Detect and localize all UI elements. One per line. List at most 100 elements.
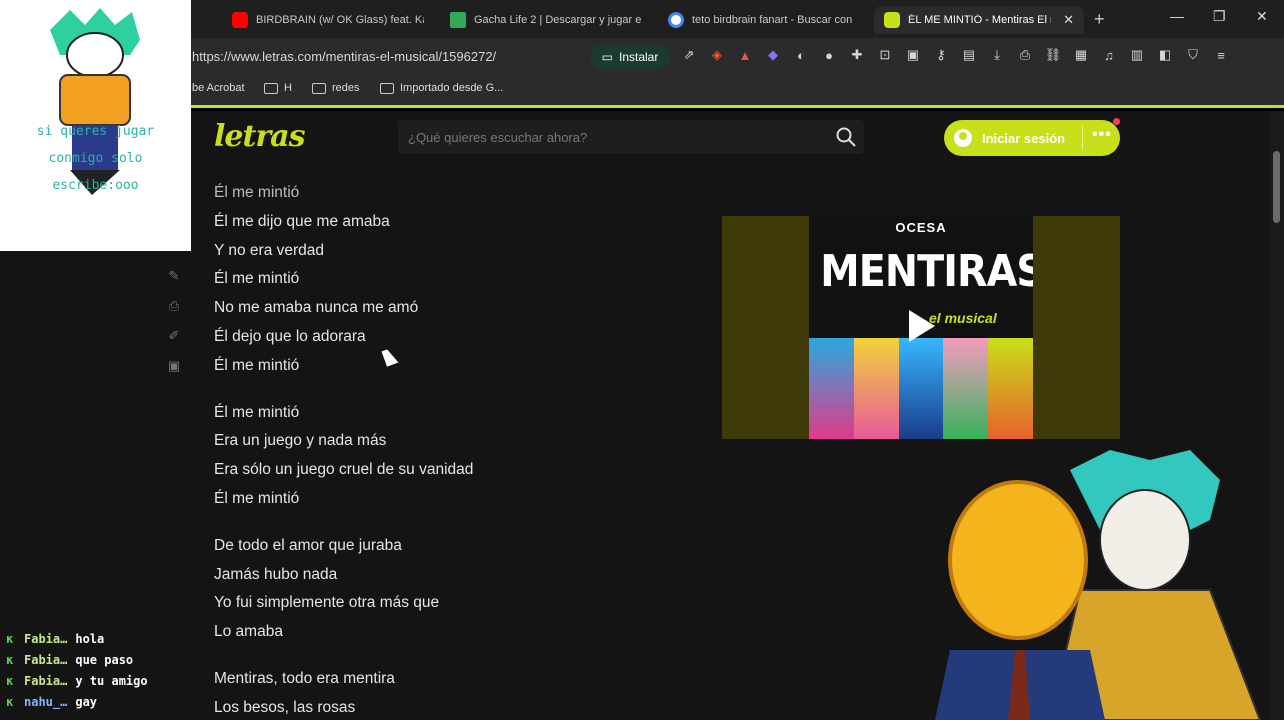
lyric-line: Y no era verdad (214, 241, 325, 259)
menu-icon[interactable]: ≡ (1212, 46, 1230, 64)
overlay-line: conmigo solo (48, 151, 143, 166)
divider (1082, 126, 1083, 150)
lyric-line: Él me dijo que me amaba (214, 212, 390, 230)
wallet-icon[interactable]: ▦ (1072, 46, 1090, 64)
lyric-line: Él dejo que lo adorara (214, 327, 366, 345)
poster-title: MENTIRAS (820, 246, 1033, 297)
lyric-line: Era sólo un juego cruel de su vanidad (214, 461, 474, 479)
edit-icon[interactable]: ✐ (166, 328, 182, 344)
brave-shield-icon[interactable]: ◈ (708, 46, 726, 64)
video-player[interactable]: OCESA MENTIRAS el musical (722, 216, 1120, 439)
chat-text: y tu amigo (75, 673, 148, 688)
video-thumbnail: OCESA MENTIRAS el musical (809, 216, 1033, 439)
bookmark-folder-redes[interactable]: redes (312, 82, 360, 94)
chat-text: que paso (75, 652, 134, 667)
bookmark-folder-h[interactable]: H (264, 82, 292, 94)
lyric-line: De todo el amor que juraba (214, 536, 402, 554)
scrollbar-thumb[interactable] (1273, 151, 1280, 223)
lyrics: Él me mintió Él me dijo que me amaba Y n… (214, 179, 694, 720)
chat-username: Fabia… (24, 652, 68, 667)
lyrics-tools: ♪ ✎ ⎙ ✐ ▣ (166, 238, 182, 374)
bookmark-label: redes (332, 82, 360, 94)
letras-icon (884, 12, 900, 28)
chat-badge-icon: ĸ (6, 673, 14, 688)
google-icon (668, 12, 684, 28)
restore-button[interactable]: ❐ (1213, 8, 1226, 25)
tab-title: teto birdbrain fanart - Buscar con (692, 14, 853, 26)
key-icon[interactable]: ⚷ (932, 46, 950, 64)
save-icon[interactable]: ▤ (960, 46, 978, 64)
play-icon[interactable] (909, 310, 935, 342)
save-lyrics-icon[interactable]: ▣ (166, 358, 182, 374)
notification-dot (1113, 118, 1120, 125)
lyrics-stanza: Él me mintió Era un juego y nada más Era… (214, 399, 694, 514)
more-options-icon[interactable]: ••• (1092, 126, 1112, 144)
url-field[interactable]: https://www.letras.com/mentiras-el-music… (192, 49, 496, 64)
site-header: letras Iniciar sesión ••• (0, 111, 1284, 163)
letras-logo[interactable]: letras (214, 119, 305, 154)
vpn-icon[interactable]: ⛉ (1184, 46, 1202, 64)
link-icon[interactable]: ⛓ (1044, 46, 1062, 64)
brave-rewards-icon[interactable]: ▲ (736, 46, 754, 64)
sidebar-icon[interactable]: ▥ (1128, 46, 1146, 64)
folder-icon (380, 82, 394, 94)
chat-username: Fabia… (24, 673, 68, 688)
guitar-chords-icon[interactable]: ✎ (166, 268, 182, 284)
extension-cookie-icon[interactable]: ● (820, 46, 838, 64)
minimize-button[interactable]: — (1170, 8, 1184, 24)
tab-gacha-life[interactable]: Gacha Life 2 | Descargar y jugar en (440, 6, 652, 34)
chat-message: ĸ Fabia… que paso (6, 649, 148, 670)
lyric-line: Él me mintió (214, 184, 300, 201)
extension-fox-icon[interactable]: ◐ (792, 46, 810, 64)
play-store-icon (450, 12, 466, 28)
chat-message: ĸ Fabia… y tu amigo (6, 670, 148, 691)
chat-badge-icon: ĸ (6, 652, 14, 667)
page-scrollbar[interactable] (1270, 111, 1284, 720)
login-button[interactable]: Iniciar sesión ••• (944, 120, 1120, 156)
lyric-line: Los besos, las rosas (214, 698, 356, 716)
overlay-line: escribe:ooo (52, 178, 139, 193)
tab-birdbrain[interactable]: BIRDBRAIN (w/ OK Glass) feat. Kas (222, 6, 434, 34)
print-icon[interactable]: ⎙ (1016, 46, 1034, 64)
chat-message: ĸ Fabia… hola (6, 628, 148, 649)
lyrics-stanza: Él me mintió Él me dijo que me amaba Y n… (214, 179, 694, 381)
extension-color-icon[interactable]: ◆ (764, 46, 782, 64)
tab-title: BIRDBRAIN (w/ OK Glass) feat. Kas (256, 14, 424, 26)
lyric-line: Yo fui simplemente otra más que (214, 594, 440, 612)
chat-text: hola (75, 631, 105, 646)
music-icon[interactable]: ♫ (1100, 46, 1118, 64)
bookmarks-bar: be Acrobat H redes Importado desde G... (0, 76, 1284, 108)
lyrics-stanza: Mentiras, todo era mentira Los besos, la… (214, 665, 694, 720)
search-input[interactable] (408, 127, 808, 147)
close-window-button[interactable]: ✕ (1256, 8, 1268, 25)
browser-tabstrip: BIRDBRAIN (w/ OK Glass) feat. Kas Gacha … (0, 0, 1284, 38)
crypto-wallet-icon[interactable]: ◧ (1156, 46, 1174, 64)
close-tab-icon[interactable]: ✕ (1063, 12, 1074, 28)
search-icon[interactable] (834, 125, 858, 149)
puzzle-icon[interactable]: ✚ (848, 46, 866, 64)
youtube-icon (232, 12, 248, 28)
tab-title: Gacha Life 2 | Descargar y jugar en (474, 14, 642, 26)
install-label: Instalar (618, 50, 659, 64)
bookmark-folder-imported[interactable]: Importado desde G... (380, 82, 503, 94)
lyric-line: Mentiras, todo era mentira (214, 669, 395, 687)
monitor-icon: ▭ (601, 50, 613, 64)
chat-username: Fabia… (24, 631, 68, 646)
lyric-line: Él me mintió (214, 356, 300, 374)
folder-icon (264, 82, 278, 94)
window-icon[interactable]: ▣ (904, 46, 922, 64)
user-icon (954, 129, 972, 147)
download-icon[interactable]: ⤓ (988, 46, 1006, 64)
bookmark-acrobat[interactable]: be Acrobat (192, 82, 245, 94)
folder-icon (312, 82, 326, 94)
tab-google-search[interactable]: teto birdbrain fanart - Buscar con (658, 6, 870, 34)
tab-letras[interactable]: ÉL ME MINTIÓ - Mentiras El m ✕ (874, 6, 1084, 34)
lyric-line: Era un juego y nada más (214, 432, 387, 450)
login-label: Iniciar sesión (982, 130, 1066, 146)
screenshot-icon[interactable]: ⊡ (876, 46, 894, 64)
install-button[interactable]: ▭ Instalar (590, 45, 670, 69)
share-icon[interactable]: ⇗ (680, 46, 698, 64)
print-lyrics-icon[interactable]: ⎙ (166, 298, 182, 314)
chat-message: ĸ nahu_… gay (6, 691, 148, 712)
new-tab-button[interactable]: + (1094, 9, 1105, 30)
